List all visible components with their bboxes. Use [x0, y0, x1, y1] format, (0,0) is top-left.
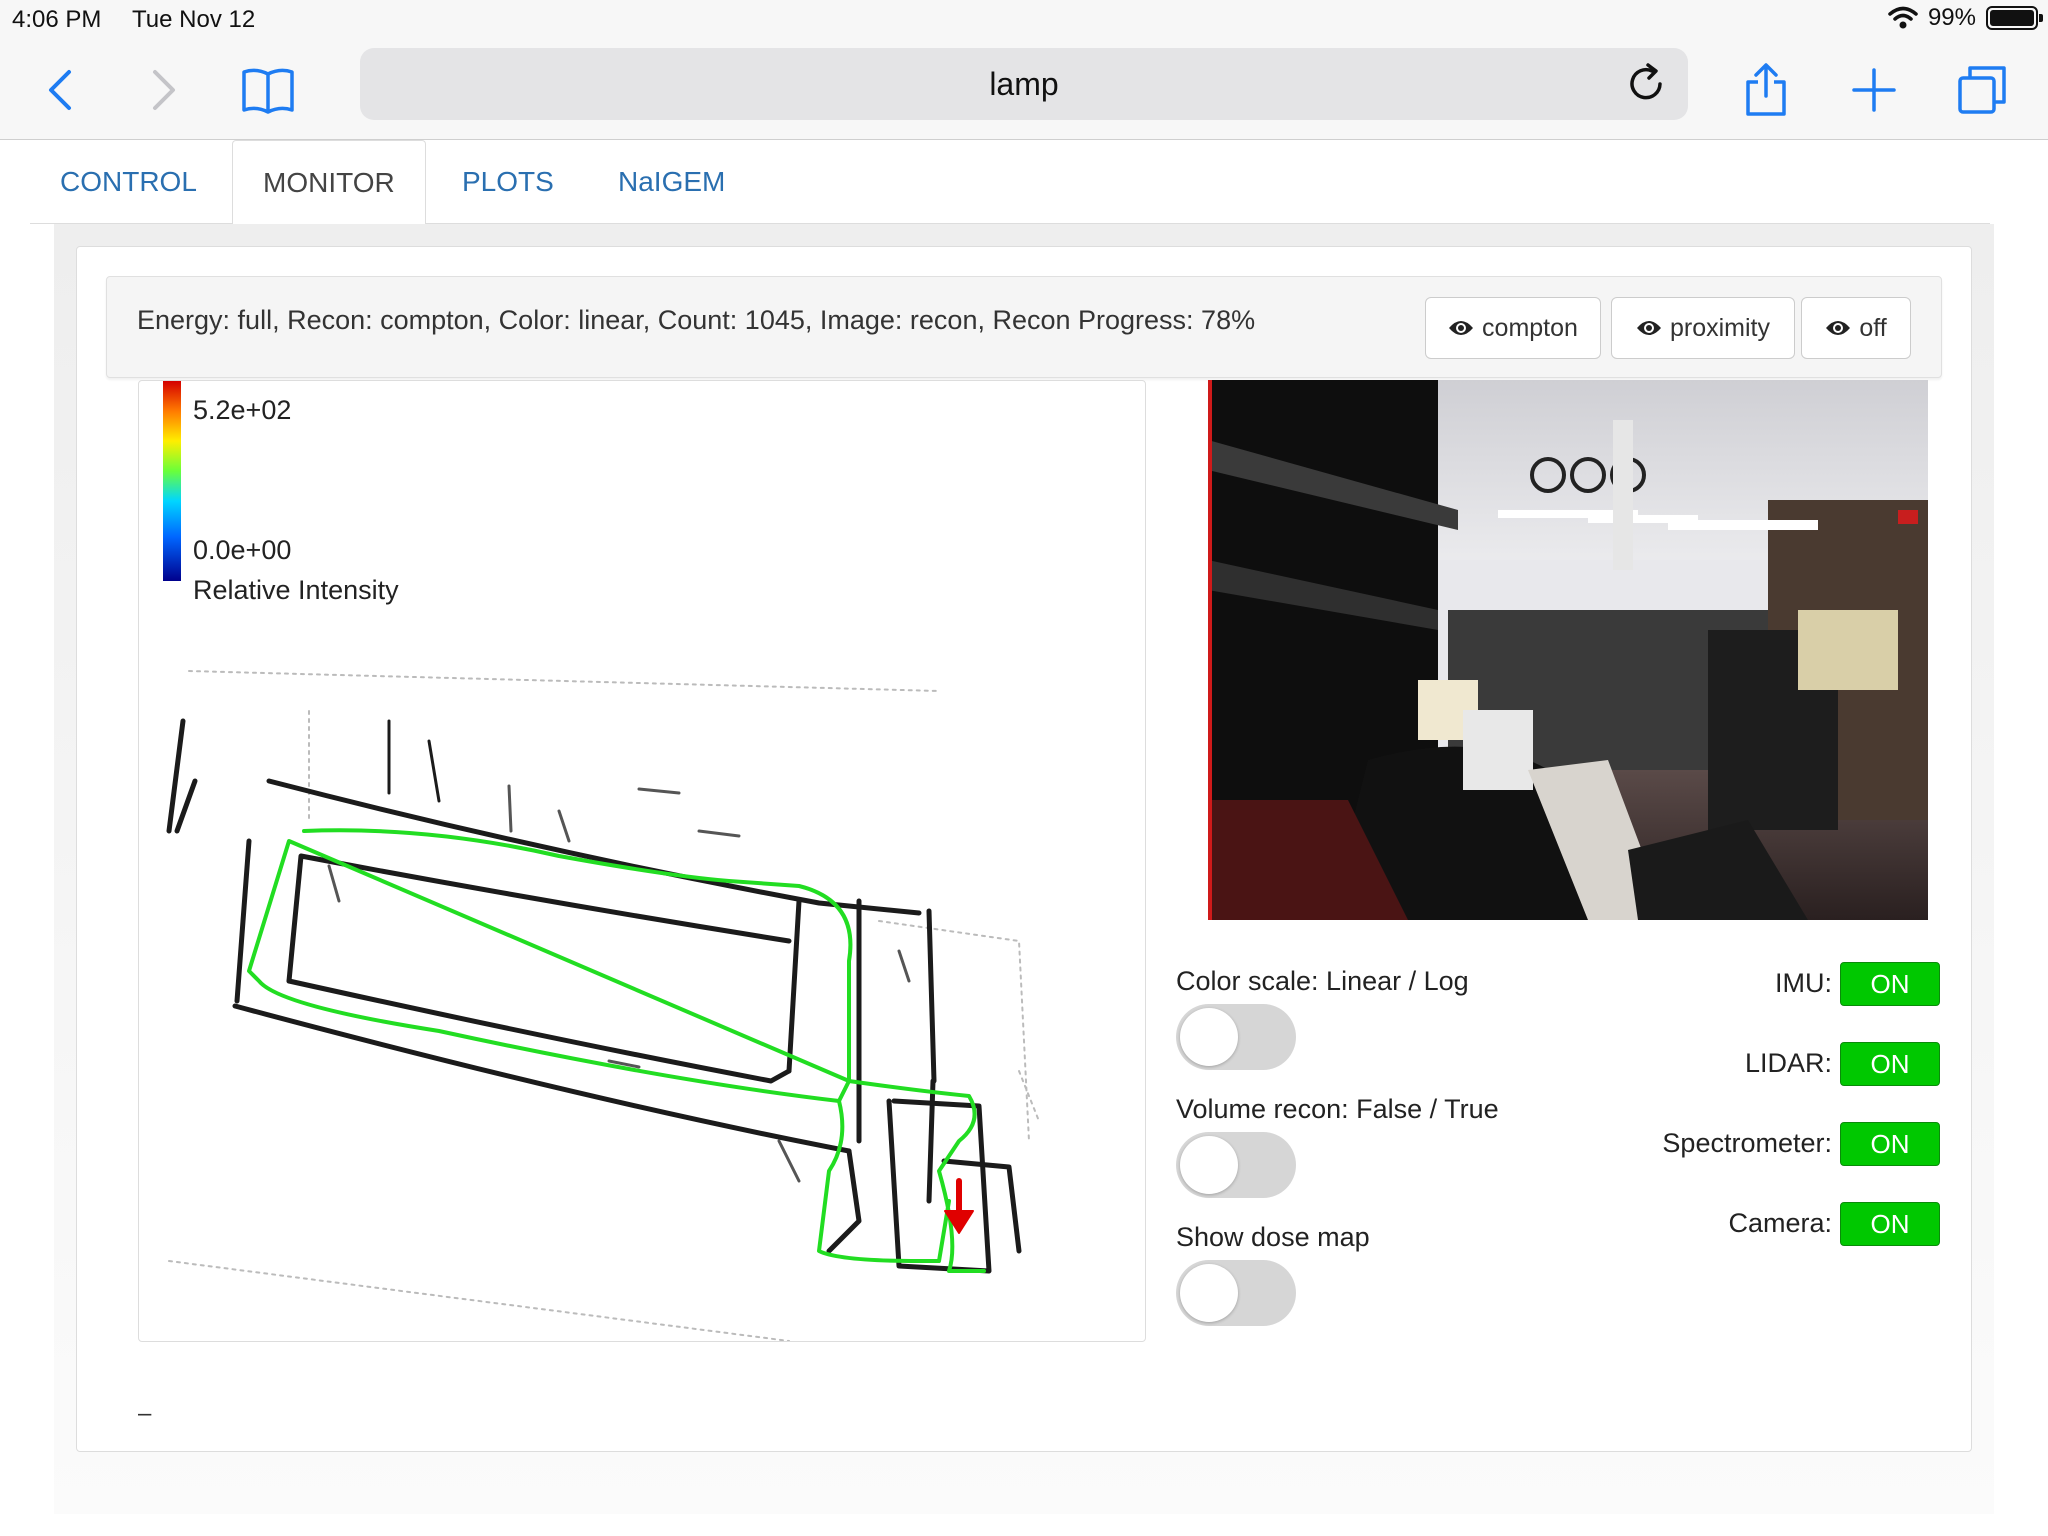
off-button-label: off — [1859, 313, 1887, 342]
reload-icon[interactable] — [1622, 60, 1670, 108]
colorbar-min: 0.0e+00 — [193, 535, 292, 565]
back-icon[interactable] — [30, 60, 90, 120]
dose-map-toggle[interactable] — [1176, 1260, 1296, 1326]
compton-button-label: compton — [1482, 313, 1578, 342]
eye-icon — [1826, 321, 1851, 335]
footer-dash: – — [138, 1400, 152, 1427]
lidar-label: LIDAR: — [1744, 1048, 1832, 1078]
status-bar: 4:06 PM Tue Nov 12 99% — [0, 0, 2048, 40]
tab-monitor[interactable]: MONITOR — [232, 140, 426, 225]
map-view[interactable]: 5.2e+02 0.0e+00 Relative Intensity — [138, 380, 1146, 1342]
camera-image — [1208, 380, 1928, 920]
toggle-knob — [1180, 1264, 1238, 1322]
tab-plots[interactable]: PLOTS — [432, 140, 584, 224]
browser-toolbar: lamp — [0, 40, 2048, 140]
camera-status-badge: ON — [1840, 1202, 1940, 1246]
proximity-button[interactable]: proximity — [1611, 297, 1795, 359]
compton-button[interactable]: compton — [1425, 297, 1601, 359]
info-bar: Energy: full, Recon: compton, Color: lin… — [106, 276, 1942, 378]
toggle-knob — [1180, 1136, 1238, 1194]
status-time: 4:06 PM — [12, 6, 102, 33]
spectrometer-status-badge: ON — [1840, 1122, 1940, 1166]
camera-label: Camera: — [1728, 1208, 1832, 1238]
colorbar-label: Relative Intensity — [193, 575, 399, 605]
tabs-icon[interactable] — [1952, 60, 2012, 120]
status-summary: Energy: full, Recon: compton, Color: lin… — [137, 305, 1256, 335]
share-icon[interactable] — [1736, 60, 1796, 120]
battery-percent: 99% — [1927, 4, 1976, 31]
dose-map-label: Show dose map — [1176, 1222, 1370, 1252]
status-right: 99% — [1888, 4, 2043, 32]
tab-control[interactable]: CONTROL — [30, 140, 227, 224]
color-scale-label: Color scale: Linear / Log — [1176, 966, 1469, 996]
tab-naigem[interactable]: NaIGEM — [588, 140, 755, 224]
battery-icon — [1986, 6, 2043, 30]
forward-icon[interactable] — [134, 60, 194, 120]
imu-label: IMU: — [1775, 968, 1832, 998]
bookmarks-icon[interactable] — [238, 60, 298, 120]
lidar-status-badge: ON — [1840, 1042, 1940, 1086]
volume-recon-label: Volume recon: False / True — [1176, 1094, 1499, 1124]
eye-icon — [1636, 321, 1661, 335]
color-scale-toggle[interactable] — [1176, 1004, 1296, 1070]
wifi-icon — [1888, 6, 1918, 29]
colorbar-max: 5.2e+02 — [193, 395, 292, 425]
eye-icon — [1449, 321, 1474, 335]
toggle-knob — [1180, 1008, 1238, 1066]
proximity-button-label: proximity — [1669, 313, 1770, 342]
spectrometer-label: Spectrometer: — [1662, 1128, 1832, 1158]
lidar-map[interactable] — [139, 381, 1146, 1342]
app-tabs: CONTROL MONITOR PLOTS NaIGEM — [30, 140, 1990, 225]
imu-status-badge: ON — [1840, 962, 1940, 1006]
url-field[interactable]: lamp — [360, 48, 1688, 120]
status-date: Tue Nov 12 — [132, 6, 256, 33]
camera-feed — [1208, 380, 1928, 920]
colorbar — [163, 381, 181, 581]
url-text: lamp — [989, 65, 1059, 102]
new-tab-icon[interactable] — [1844, 60, 1904, 120]
off-button[interactable]: off — [1801, 297, 1911, 359]
volume-recon-toggle[interactable] — [1176, 1132, 1296, 1198]
